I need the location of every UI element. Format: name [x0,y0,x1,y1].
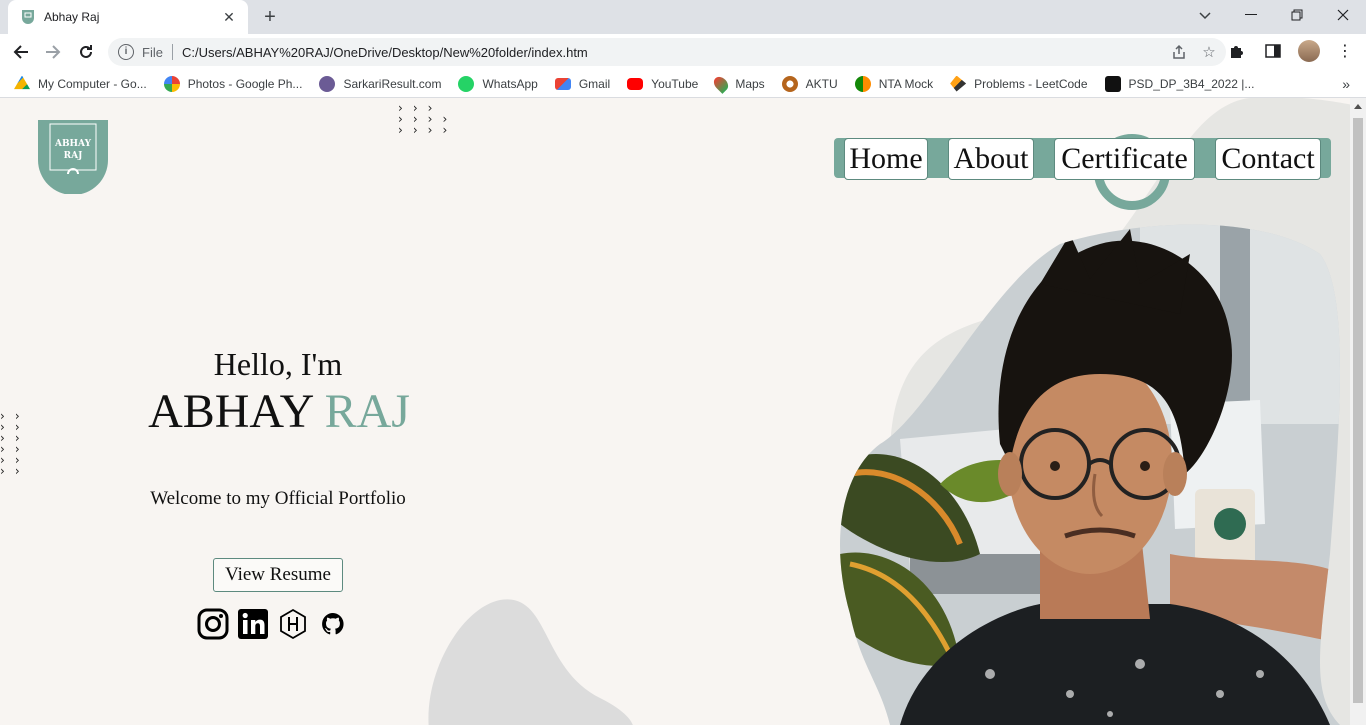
leetcode-icon [950,75,967,92]
decorative-chevrons-left: › › › › › › › › › › › › [0,409,22,478]
bookmark-youtube[interactable]: YouTube [627,77,698,91]
back-arrow-icon[interactable] [8,39,34,65]
gmail-icon [554,77,571,90]
instagram-icon[interactable] [197,608,229,640]
side-panel-icon[interactable] [1262,40,1284,62]
reload-icon[interactable] [73,39,99,65]
share-icon[interactable] [1170,43,1188,61]
bookmark-star-icon[interactable]: ☆ [1200,43,1218,61]
google-photos-icon [163,75,180,92]
nta-icon [854,75,871,92]
bookmarks-bar: My Computer - Go... Photos - Google Ph..… [0,70,1366,98]
logo-text: ABHAY RAJ [54,139,92,161]
github-icon[interactable] [317,608,349,640]
notion-icon [1104,75,1121,92]
browser-toolbar: i File C:/Users/ABHAY%20RAJ/OneDrive/Des… [0,34,1366,70]
tab-search-icon[interactable] [1192,4,1218,28]
sarkari-icon [319,75,336,92]
social-links [197,608,349,640]
tab-close-icon[interactable]: ✕ [220,9,238,26]
new-tab-button[interactable]: + [258,5,282,29]
address-divider [171,44,173,60]
browser-menu-icon[interactable]: ⋮ [1334,40,1356,62]
nav-home-link[interactable]: Home [844,138,928,180]
youtube-icon [627,77,644,90]
bookmark-maps[interactable]: Maps [711,73,765,94]
view-resume-button[interactable]: View Resume [213,558,343,592]
hero-name: ABHAY RAJ [148,384,410,439]
scrollbar-thumb[interactable] [1353,118,1363,703]
shield-favicon-icon [22,10,34,24]
nav-contact-link[interactable]: Contact [1215,138,1321,180]
bookmark-sarkari[interactable]: SarkariResult.com [319,75,441,92]
scroll-up-arrow-icon[interactable] [1354,104,1362,109]
hashnode-icon[interactable] [277,608,309,640]
google-drive-icon [14,75,30,90]
minimize-icon[interactable] [1228,0,1274,30]
bookmark-whatsapp[interactable]: WhatsApp [458,75,538,92]
hero-first-name: ABHAY [148,385,313,438]
bookmark-psd-dp[interactable]: PSD_DP_3B4_2022 |... [1104,75,1254,92]
profile-photo [840,224,1340,725]
profile-avatar[interactable] [1298,40,1320,62]
bookmark-google-photos[interactable]: Photos - Google Ph... [163,75,302,92]
tab-title: Abhay Raj [44,10,100,24]
forward-arrow-icon[interactable] [40,39,66,65]
decorative-chevrons-top: › › › › › › › › › › › [398,101,450,137]
address-bar[interactable]: i File C:/Users/ABHAY%20RAJ/OneDrive/Des… [108,38,1226,66]
background-blob-bottom [428,599,633,725]
portfolio-page: › › › › › › › › › › › › › › › › › › › › › › › ABHAY RA… [0,98,1366,725]
bookmark-gmail[interactable]: Gmail [554,77,610,91]
bookmark-leetcode[interactable]: Problems - LeetCode [950,75,1088,92]
close-window-icon[interactable] [1320,0,1366,30]
extensions-puzzle-icon[interactable] [1226,40,1248,62]
nav-certificate-link[interactable]: Certificate [1054,138,1195,180]
bookmark-my-computer[interactable]: My Computer - Go... [14,75,147,92]
hero-tagline: Welcome to my Official Portfolio [150,488,406,509]
tab-abhay-raj[interactable]: Abhay Raj ✕ [8,0,248,34]
hero-last-name: RAJ [324,385,410,438]
restore-icon[interactable] [1274,0,1320,30]
bookmark-nta-mock[interactable]: NTA Mock [854,75,933,92]
maps-icon [711,73,732,94]
scheme-label: File [142,44,163,60]
whatsapp-icon [458,75,475,92]
tab-strip: Abhay Raj ✕ + [0,0,1366,34]
aktu-icon [781,75,798,92]
url-text[interactable]: C:/Users/ABHAY%20RAJ/OneDrive/Desktop/Ne… [182,45,588,60]
hero-greeting: Hello, I'm [213,346,343,382]
bookmarks-overflow-icon[interactable]: » [1342,76,1350,92]
bookmark-aktu[interactable]: AKTU [781,75,838,92]
site-info-icon[interactable]: i [118,44,134,60]
linkedin-icon[interactable] [237,608,269,640]
nav-about-link[interactable]: About [948,138,1034,180]
page-scrollbar[interactable] [1350,98,1366,725]
